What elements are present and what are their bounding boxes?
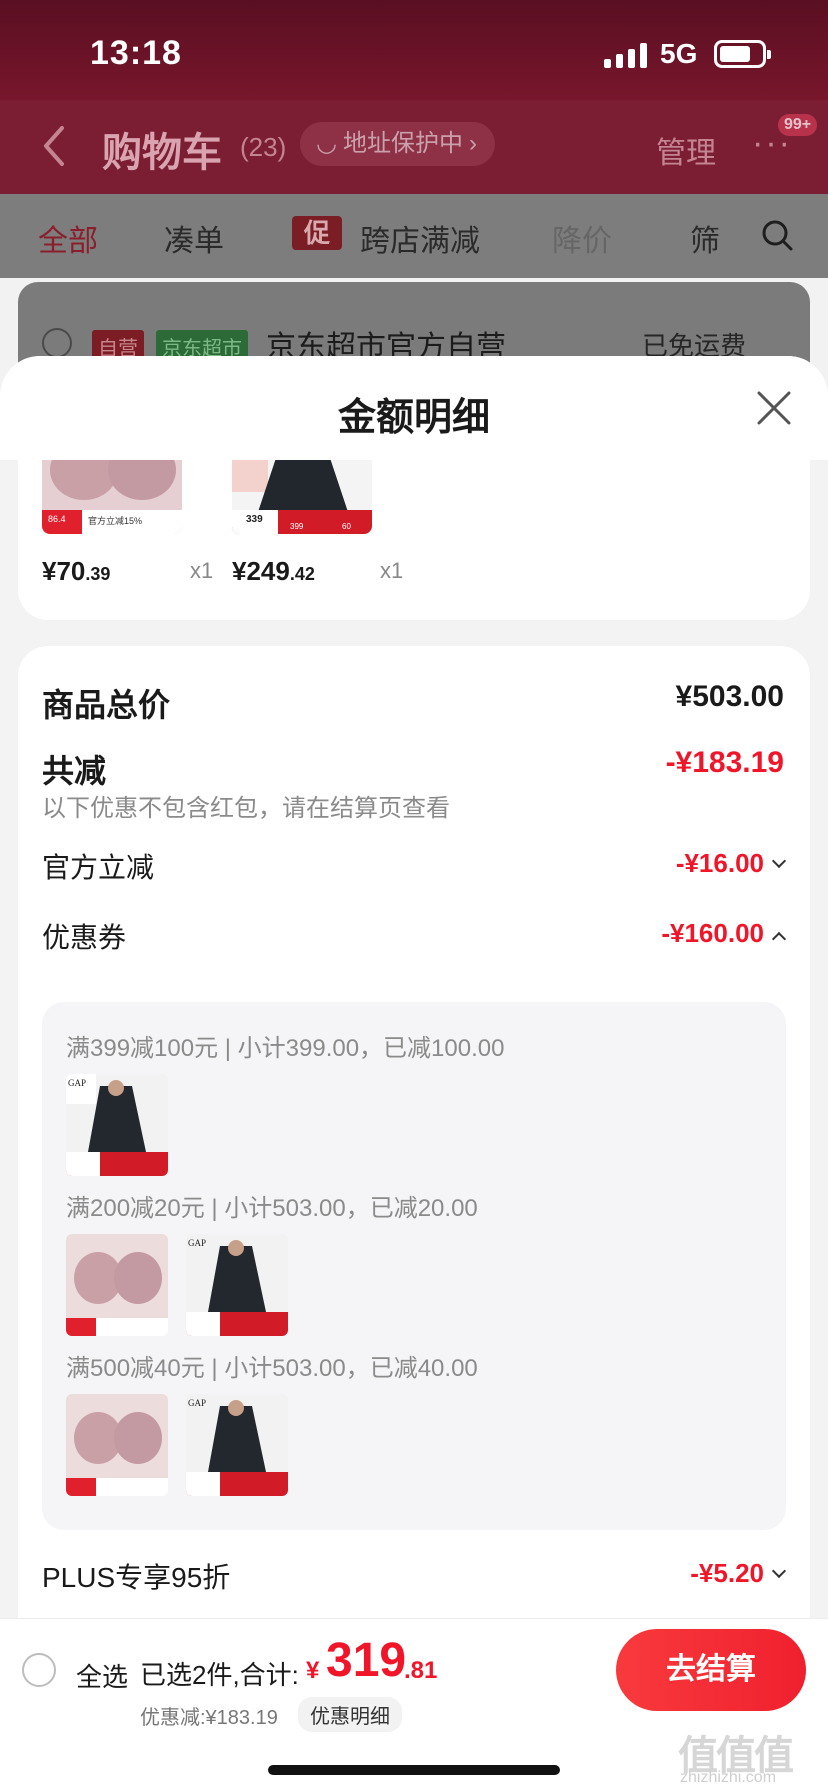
- smile-icon: ◡: [316, 130, 337, 157]
- reduce-note: 以下优惠不包含红包，请在结算页查看: [42, 795, 450, 822]
- product-thumb-bra[interactable]: [66, 1234, 168, 1336]
- tab-filter[interactable]: 筛: [690, 216, 720, 260]
- amount-detail-card: 商品总价 ¥503.00 共减 -¥183.19 以下优惠不包含红包，请在结算页…: [18, 646, 810, 1618]
- thumb-value-a: 399: [290, 522, 304, 531]
- tab-cross-shop[interactable]: 跨店满减: [360, 216, 480, 260]
- chevron-down-icon: [771, 1563, 787, 1579]
- selected-products-card: 86.4 官方立减15% 339 399 60 ¥70.39 x1 ¥249.4…: [18, 460, 810, 620]
- selection-summary: 已选2件,合计:: [140, 1660, 299, 1690]
- coupon-row-value[interactable]: -¥160.00: [661, 918, 787, 949]
- watermark-url: zhizhizhi.com: [680, 1769, 777, 1786]
- coupon-rule: 满399减100元 | 小计399.00，已减100.00: [66, 1035, 505, 1062]
- svg-text:GAP: GAP: [188, 1398, 206, 1408]
- address-protect-label: 地址保护中: [342, 130, 463, 157]
- product-qty: x1: [190, 558, 214, 583]
- tab-all[interactable]: 全部: [38, 216, 98, 260]
- official-reduce-row-value[interactable]: -¥16.00: [675, 848, 787, 879]
- cart-header: 购物车 (23) ◡ 地址保护中 › 管理 ··· 99+: [0, 100, 828, 194]
- network-type: 5G: [660, 38, 698, 69]
- filter-bar: 全部 凑单 促 跨店满减 降价 筛: [0, 194, 828, 278]
- home-indicator[interactable]: [268, 1765, 560, 1775]
- product-qty: x1: [380, 558, 404, 583]
- sheet-title: 金额明细: [337, 397, 490, 439]
- product-thumb-jacket[interactable]: GAP: [186, 1394, 288, 1496]
- sheet-header: 金额明细: [0, 356, 828, 460]
- plus-discount-label[interactable]: PLUS专享95折: [42, 1556, 230, 1596]
- cart-count: (23): [240, 132, 287, 162]
- coupon-rule: 满500减40元 | 小计503.00，已减40.00: [66, 1355, 478, 1382]
- checkout-button[interactable]: 去结算: [616, 1629, 806, 1711]
- manage-button[interactable]: 管理: [656, 128, 716, 172]
- discount-detail-button[interactable]: 优惠明细: [298, 1697, 402, 1732]
- select-all-label[interactable]: 全选: [76, 1657, 128, 1694]
- shop-select-radio[interactable]: [42, 328, 72, 358]
- svg-text:GAP: GAP: [68, 1078, 86, 1088]
- discount-amount: 优惠减:¥183.19: [140, 1707, 278, 1729]
- coupon-label[interactable]: 优惠券: [42, 916, 126, 956]
- product-thumb-bra[interactable]: [66, 1394, 168, 1496]
- select-all-radio[interactable]: [22, 1653, 56, 1687]
- search-icon[interactable]: [760, 218, 794, 252]
- svg-text:GAP: GAP: [188, 1238, 206, 1248]
- battery-icon: [714, 40, 771, 68]
- product-image-jacket[interactable]: 339 399 60: [232, 460, 372, 534]
- tab-cou[interactable]: 凑单: [164, 216, 224, 260]
- goods-total-label: 商品总价: [42, 687, 171, 723]
- bottom-action-bar: 全选 已选2件,合计: ¥ 319 .81 优惠减:¥183.19 优惠明细 去…: [0, 1618, 828, 1792]
- product-price: ¥70.39: [42, 556, 111, 586]
- close-icon[interactable]: [756, 390, 792, 426]
- product-price: ¥249.42: [232, 556, 315, 586]
- total-reduce-label: 共减: [42, 753, 107, 789]
- chevron-right-icon: ›: [468, 130, 477, 157]
- thumb-promo-text: 官方立减15%: [88, 516, 143, 526]
- total-amount-decimal: .81: [404, 1657, 438, 1684]
- thumb-price: 86.4: [48, 514, 66, 524]
- goods-total-value: ¥503.00: [675, 680, 784, 713]
- chevron-down-icon: [771, 853, 787, 869]
- signal-icon: [604, 42, 647, 68]
- amount-detail-sheet: 金额明细 86.4 官方立减15% 339 399 60 ¥70.39 x1 ¥…: [0, 356, 828, 1618]
- status-time: 13:18: [90, 34, 182, 72]
- more-icon[interactable]: ···: [752, 126, 792, 160]
- message-badge: 99+: [778, 114, 818, 136]
- promo-tag: 促: [292, 216, 342, 250]
- coupon-detail-box: 满399减100元 | 小计399.00，已减100.00 GAP 满200减2…: [42, 1002, 786, 1530]
- plus-discount-value: -¥5.20: [690, 1558, 764, 1588]
- address-protect-pill[interactable]: ◡ 地址保护中 ›: [300, 122, 495, 166]
- back-icon[interactable]: [40, 124, 70, 168]
- total-currency: ¥: [306, 1657, 320, 1684]
- product-thumb-jacket[interactable]: GAP: [186, 1234, 288, 1336]
- status-bar: 13:18 5G: [0, 0, 828, 100]
- cart-title: 购物车: [102, 131, 222, 175]
- product-thumb-jacket[interactable]: GAP: [66, 1074, 168, 1176]
- official-reduce-label[interactable]: 官方立减: [42, 846, 154, 886]
- product-image-bra[interactable]: 86.4 官方立减15%: [42, 460, 182, 534]
- coupon-rule: 满200减20元 | 小计503.00，已减20.00: [66, 1195, 478, 1222]
- plus-discount-row-value[interactable]: -¥5.20: [690, 1558, 787, 1589]
- official-reduce-value: -¥16.00: [675, 848, 764, 878]
- thumb-value-b: 60: [342, 522, 351, 531]
- chevron-up-icon: [771, 931, 787, 947]
- total-amount-integer: 319: [326, 1634, 407, 1687]
- total-reduce-value: -¥183.19: [665, 746, 784, 779]
- coupon-value: -¥160.00: [661, 918, 764, 948]
- thumb-price: 339: [246, 514, 263, 525]
- tab-price-drop[interactable]: 降价: [552, 216, 612, 260]
